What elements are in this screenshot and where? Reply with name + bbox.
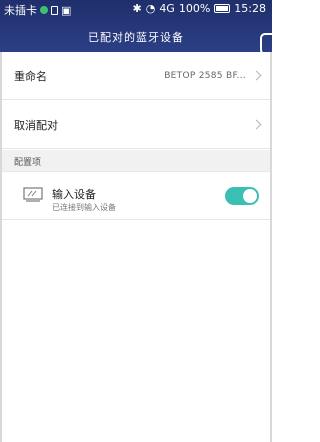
chevron-right-icon [251,70,262,81]
device-title: 输入设备 [52,188,96,201]
unpair-label: 取消配对 [14,118,58,132]
bluetooth-icon: ✱ [132,2,142,15]
rename-label: 重命名 [14,69,47,83]
chevron-right-icon [251,119,262,130]
section-title: 配置项 [14,158,42,168]
wifi-icon: ◔ [145,2,156,15]
device-subtitle: 已连接到输入设备 [52,203,116,212]
section-header: 配置项 [2,150,270,172]
battery-icon [214,4,231,13]
battery-text: 100% [178,2,211,15]
toggle-knob [243,189,257,203]
keyboard-icon [23,187,43,202]
status-left: 未插卡 ▣ [4,2,71,18]
network-type: 4G [159,2,175,15]
input-device-row[interactable]: 输入设备 已连接到输入设备 [2,173,270,220]
time-text: 15:28 [234,2,266,15]
app-header: 未插卡 ▣ ✱ ◔ 4G 100% 15:28 已配对的蓝牙设备 [0,0,282,55]
image-icon: ▣ [61,3,72,17]
device-name-value: BETOP 2585 BF... [164,70,246,81]
notification-dot-icon [40,6,48,14]
carrier-text: 未插卡 [4,4,37,17]
status-bar: 未插卡 ▣ ✱ ◔ 4G 100% 15:28 [0,0,272,19]
page-title: 已配对的蓝牙设备 [88,31,184,44]
rename-row[interactable]: 重命名 BETOP 2585 BF... [2,52,270,100]
sim-icon [51,5,58,15]
status-right: ✱ ◔ 4G 100% 15:28 [132,2,266,15]
input-device-toggle[interactable] [225,187,259,205]
settings-page: 重命名 BETOP 2585 BF... 取消配对 配置项 输入设备 已连接到输… [0,52,272,442]
unpair-row[interactable]: 取消配对 [2,101,270,149]
